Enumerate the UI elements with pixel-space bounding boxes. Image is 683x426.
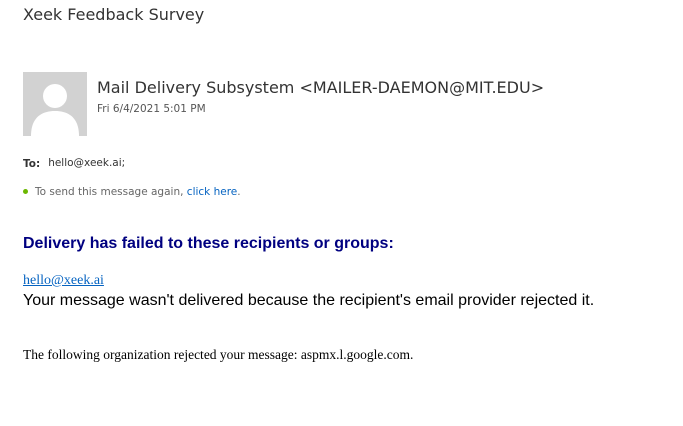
info-dot-icon <box>23 188 28 194</box>
rejecting-organization-text: The following organization rejected your… <box>23 347 414 362</box>
resend-suffix: . <box>237 186 241 198</box>
click-here-link[interactable]: click here <box>187 186 237 198</box>
failed-recipient-link[interactable]: hello@xeek.ai <box>23 273 104 289</box>
person-placeholder-icon <box>23 72 87 136</box>
to-recipient[interactable]: hello@xeek.ai; <box>48 157 125 169</box>
not-delivered-text: Your message wasn't delivered because th… <box>23 292 595 309</box>
message-subject: Xeek Feedback Survey <box>23 5 205 24</box>
sender-name[interactable]: Mail Delivery Subsystem <MAILER-DAEMON@M… <box>97 78 544 97</box>
message-date: Fri 6/4/2021 5:01 PM <box>97 103 206 115</box>
recipients-row: To: hello@xeek.ai; <box>23 157 125 170</box>
delivery-failed-heading: Delivery has failed to these recipients … <box>23 235 394 252</box>
sender-avatar <box>23 72 87 136</box>
resend-notice: To send this message again, click here. <box>23 186 241 198</box>
to-label: To: <box>23 158 41 170</box>
resend-text: To send this message again, <box>35 186 187 198</box>
